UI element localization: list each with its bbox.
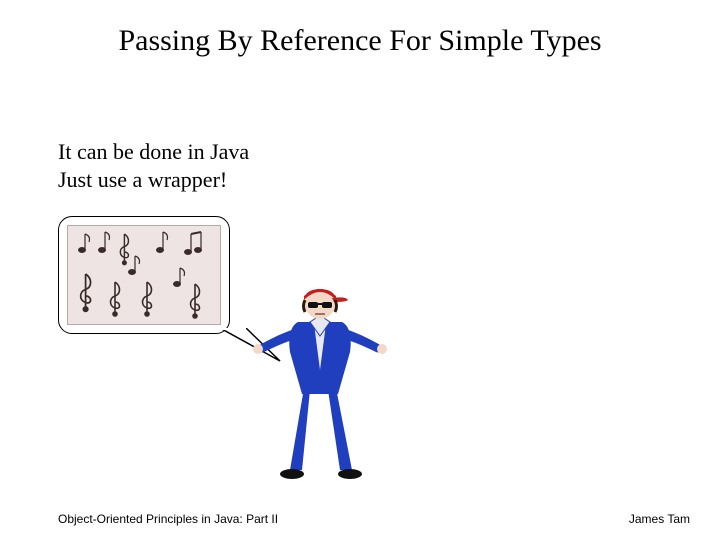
music-notes-icon xyxy=(67,225,221,325)
body-line-1: It can be done in Java xyxy=(58,138,249,166)
slide-title: Passing By Reference For Simple Types xyxy=(0,24,720,58)
footer-left: Object-Oriented Principles in Java: Part… xyxy=(58,512,278,526)
speech-bubble xyxy=(58,216,230,334)
slide-body: It can be done in Java Just use a wrappe… xyxy=(58,138,249,193)
body-line-2: Just use a wrapper! xyxy=(58,166,249,194)
slide: Passing By Reference For Simple Types It… xyxy=(0,0,720,540)
footer-right: James Tam xyxy=(629,512,690,526)
person-shrugging-icon xyxy=(250,270,390,485)
